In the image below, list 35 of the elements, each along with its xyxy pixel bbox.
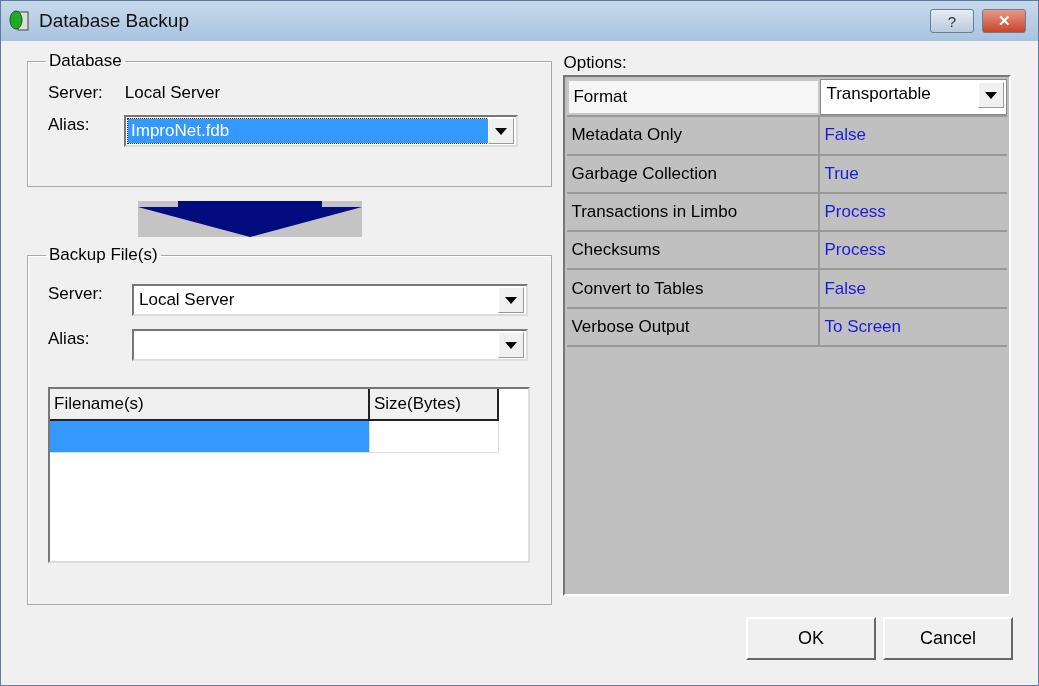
option-name[interactable]: Transactions in Limbo xyxy=(567,193,821,231)
option-name[interactable]: Checksums xyxy=(567,232,821,269)
option-value[interactable]: Process xyxy=(820,193,1007,231)
group-title: Database xyxy=(48,51,123,71)
server-dropdown[interactable]: Local Server xyxy=(132,284,528,316)
alias-dropdown[interactable] xyxy=(132,329,528,361)
field-label: Alias: xyxy=(48,115,91,135)
dropdown-value: Local Server xyxy=(138,289,236,311)
column-header[interactable]: Filename(s) xyxy=(50,389,370,421)
column-header[interactable]: Size(Bytes) xyxy=(370,389,499,421)
server-value: Local Server xyxy=(124,83,221,103)
option-name[interactable]: Garbage Collection xyxy=(567,155,821,192)
options-label: Options: xyxy=(563,53,628,74)
table-cell[interactable] xyxy=(370,421,499,453)
group-title: Backup File(s) xyxy=(48,245,159,265)
field-label: Server: xyxy=(48,83,103,103)
option-name[interactable]: Verbose Output xyxy=(567,308,821,346)
option-dropdown[interactable]: Transportable xyxy=(820,79,1007,116)
option-value[interactable]: True xyxy=(820,155,1007,192)
option-name[interactable]: Convert to Tables xyxy=(567,270,821,307)
option-name[interactable]: Format xyxy=(567,79,821,116)
field-label: Alias: xyxy=(48,329,91,349)
field-label: Server: xyxy=(48,284,104,304)
cancel-button[interactable]: Cancel xyxy=(883,617,1013,660)
window-title: Database Backup xyxy=(39,10,190,32)
option-value[interactable]: To Screen xyxy=(820,308,1007,346)
option-value[interactable]: False xyxy=(820,117,1007,154)
option-value[interactable]: Process xyxy=(820,232,1007,269)
option-name[interactable]: Metadata Only xyxy=(567,117,821,154)
ok-button[interactable]: OK xyxy=(746,617,876,660)
database-icon xyxy=(9,9,31,33)
help-button[interactable]: ? xyxy=(930,9,974,33)
dropdown-value: ImproNet.fdb xyxy=(128,119,488,143)
table-cell[interactable] xyxy=(50,421,370,453)
option-value[interactable]: False xyxy=(820,270,1007,307)
